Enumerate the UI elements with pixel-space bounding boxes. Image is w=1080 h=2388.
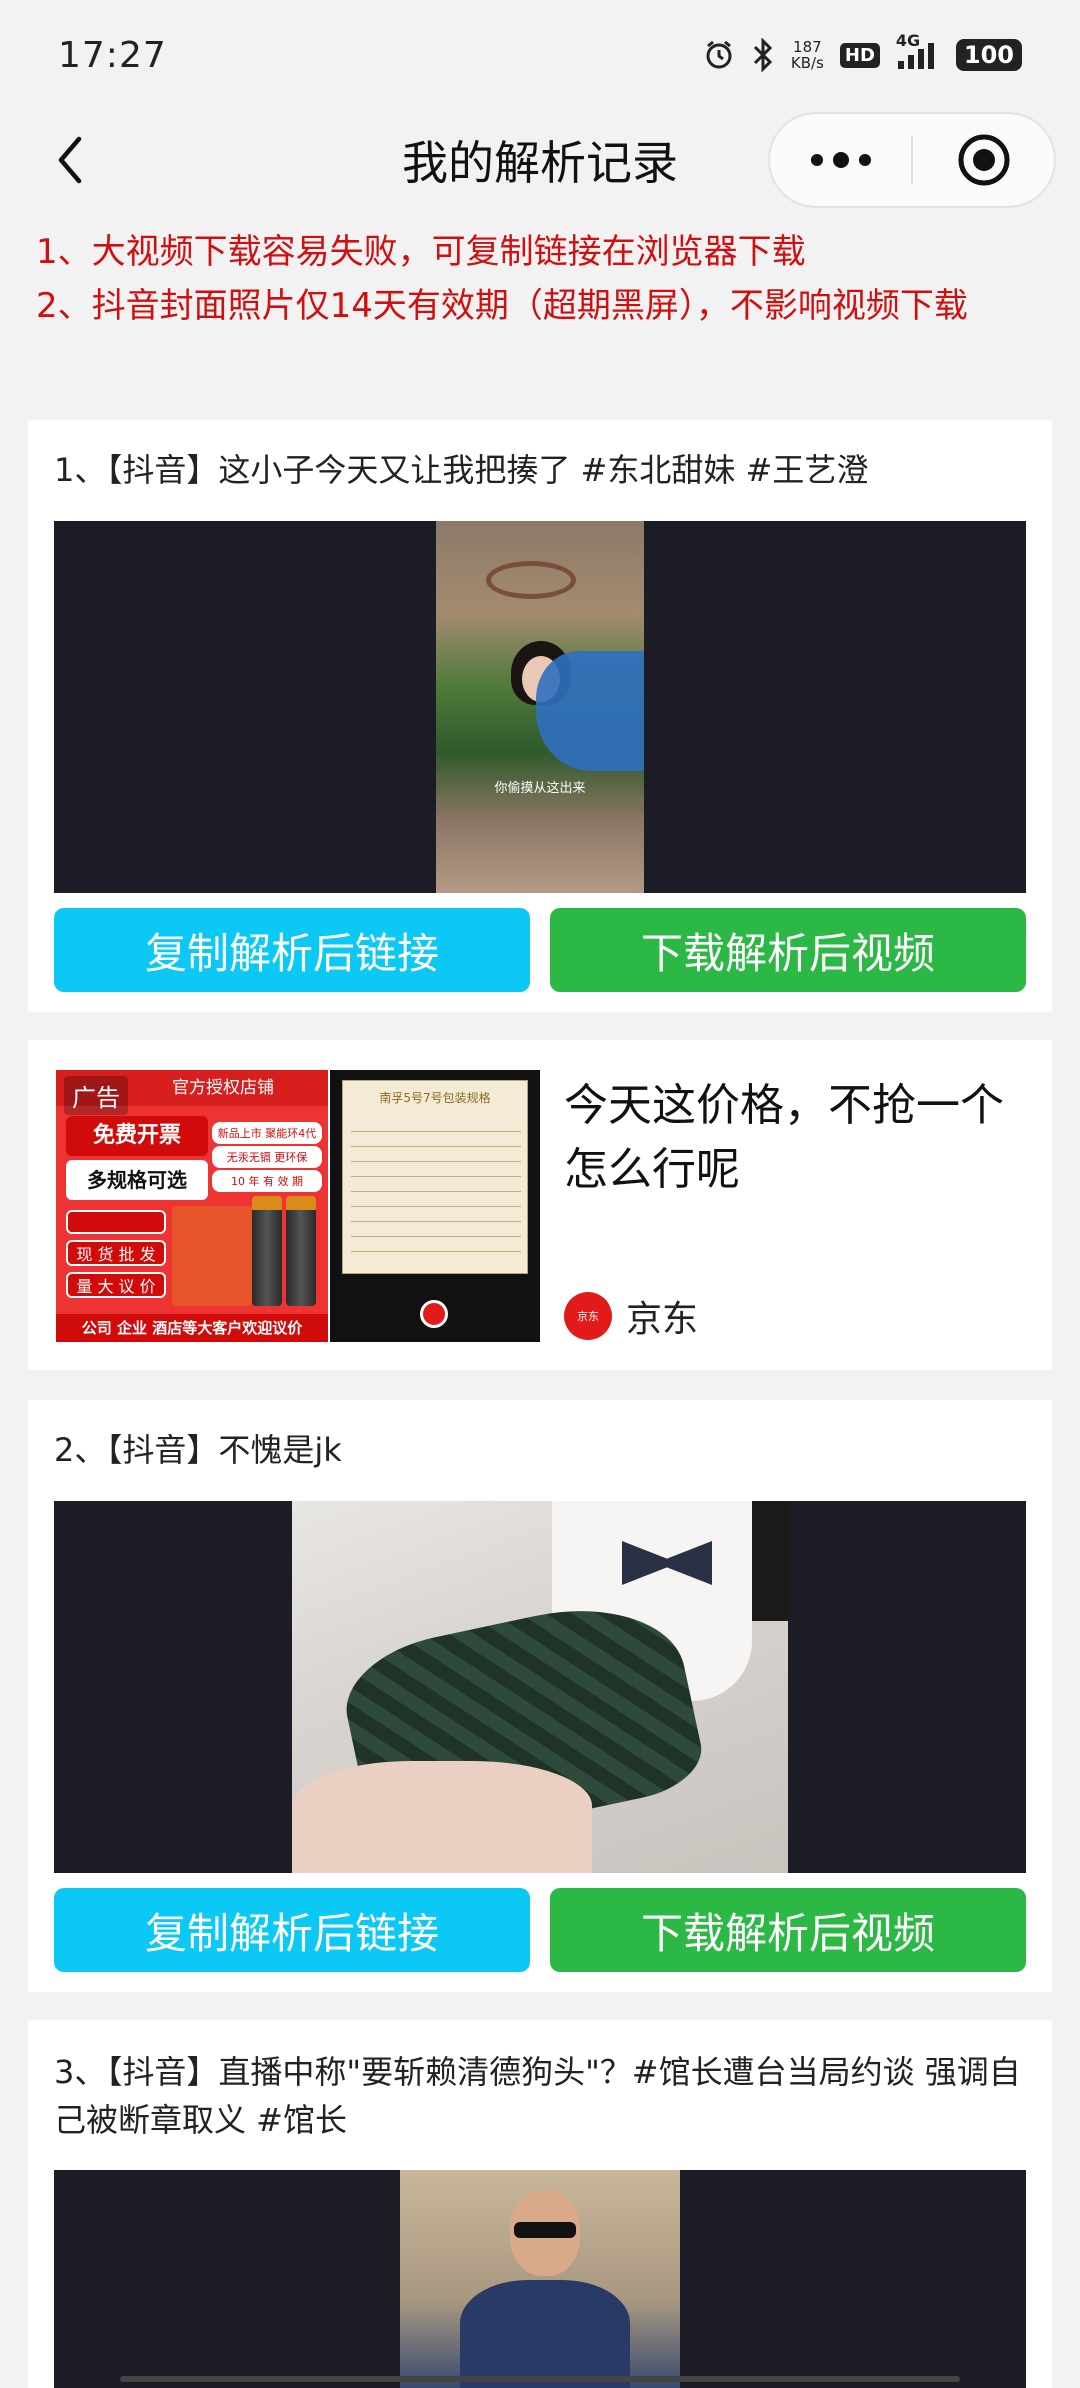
battery-indicator: 100 bbox=[955, 39, 1022, 71]
jd-logo-text: 京东 bbox=[577, 1310, 599, 1323]
record-card-2: 2、【抖音】不愧是jk 复制解析后链接 下载解析后视频 bbox=[28, 1400, 1052, 1992]
blue-fabric bbox=[536, 651, 644, 771]
download-video-button[interactable]: 下载解析后视频 bbox=[550, 1888, 1026, 1972]
video-progress-bar bbox=[120, 2376, 960, 2382]
alarm-icon bbox=[703, 39, 735, 71]
video-thumbnail[interactable]: 你偷摸从这出来 bbox=[54, 521, 1026, 893]
jd-logo-icon: 京东 bbox=[564, 1292, 612, 1340]
notice-line-1: 1、大视频下载容易失败，可复制链接在浏览器下载 bbox=[36, 232, 806, 272]
hd-badge: HD bbox=[839, 42, 880, 68]
download-video-button[interactable]: 下载解析后视频 bbox=[550, 908, 1026, 992]
spec-sheet-grid bbox=[351, 1117, 521, 1265]
back-button[interactable] bbox=[40, 130, 100, 190]
record-title: 2、【抖音】不愧是jk bbox=[54, 1431, 342, 1469]
ad-red-pill bbox=[66, 1210, 166, 1234]
miniprogram-capsule bbox=[768, 112, 1056, 208]
video-cover-image bbox=[400, 2170, 680, 2388]
bluetooth-icon bbox=[751, 38, 775, 72]
chevron-left-icon bbox=[58, 136, 82, 184]
spec-sheet: 南孚5号7号包装规格 bbox=[342, 1080, 528, 1274]
ad-image-spec-sheet: 南孚5号7号包装规格 bbox=[330, 1070, 540, 1342]
video-caption: 你偷摸从这出来 bbox=[494, 781, 586, 796]
close-miniprogram-button[interactable] bbox=[913, 114, 1054, 206]
record-card-3: 3、【抖音】直播中称"要斩赖清德狗头"？#馆长遭台当局约谈 强调自己被断章取义 … bbox=[28, 2020, 1052, 2388]
ad-brand: 京东 京东 bbox=[564, 1290, 698, 1342]
net-speed-unit: KB/s bbox=[790, 54, 824, 72]
status-time: 17:27 bbox=[58, 34, 167, 76]
record-card-1: 1、【抖音】这小子今天又让我把揍了 #东北甜妹 #王艺澄 你偷摸从这出来 复制解… bbox=[28, 420, 1052, 1012]
ad-shelf-life: 10 年 有 效 期 bbox=[212, 1170, 322, 1192]
page-title: 我的解析记录 bbox=[402, 136, 678, 190]
ad-label: 广告 bbox=[64, 1076, 128, 1115]
net-speed: 187 KB/s bbox=[791, 39, 824, 71]
network-type: 4G bbox=[895, 31, 921, 50]
leg-shape bbox=[292, 1761, 592, 1873]
ad-battery-2 bbox=[286, 1196, 316, 1306]
copy-link-button[interactable]: 复制解析后链接 bbox=[54, 908, 530, 992]
ad-new-tag-2: 无汞无镉 更环保 bbox=[212, 1146, 322, 1168]
camera-bar bbox=[330, 1288, 540, 1342]
notice-line-2: 2、抖音封面照片仅14天有效期（超期黑屏），不影响视频下载 bbox=[36, 286, 968, 326]
more-button[interactable] bbox=[770, 114, 911, 206]
ad-new-tag-1: 新品上市 聚能环4代 bbox=[212, 1122, 322, 1144]
status-icons: 187 KB/s HD 4G 100 bbox=[703, 31, 1022, 72]
ad-battery-1 bbox=[252, 1196, 282, 1306]
more-dots-icon bbox=[810, 152, 871, 168]
spec-sheet-title: 南孚5号7号包装规格 bbox=[379, 1091, 491, 1105]
video-thumbnail[interactable] bbox=[54, 2170, 1026, 2388]
ad-footer: 公司 企业 酒店等大客户欢迎议价 bbox=[56, 1314, 328, 1342]
sunglasses bbox=[514, 2222, 576, 2238]
ad-wholesale: 现 货 批 发 bbox=[66, 1240, 166, 1266]
ad-free-invoice: 免费开票 bbox=[66, 1116, 208, 1156]
ad-multi-spec: 多规格可选 bbox=[66, 1160, 208, 1200]
camera-shutter-icon bbox=[420, 1300, 448, 1328]
status-bar: 17:27 187 KB/s HD 4G 100 bbox=[0, 0, 1080, 110]
nav-bar: 我的解析记录 bbox=[0, 110, 1080, 210]
path-ring bbox=[486, 561, 576, 599]
record-title: 3、【抖音】直播中称"要斩赖清德狗头"？#馆长遭台当局约谈 强调自己被断章取义 … bbox=[54, 2053, 1021, 2139]
ad-headline: 今天这价格，不抢一个怎么行呢 bbox=[564, 1080, 1004, 1195]
target-circle-icon bbox=[958, 134, 1009, 186]
ad-bulk-price: 量 大 议 价 bbox=[66, 1272, 166, 1298]
video-cover-image: 你偷摸从这出来 bbox=[436, 521, 644, 893]
person-body bbox=[460, 2280, 630, 2388]
notice: 1、大视频下载容易失败，可复制链接在浏览器下载 2、抖音封面照片仅14天有效期（… bbox=[36, 225, 1056, 333]
ad-card[interactable]: 官方授权店铺 免费开票 多规格可选 新品上市 聚能环4代 无汞无镉 更环保 10… bbox=[28, 1040, 1052, 1370]
video-cover-image bbox=[292, 1501, 788, 1873]
signal-icon: 4G bbox=[896, 31, 940, 71]
video-thumbnail[interactable] bbox=[54, 1501, 1026, 1873]
copy-link-button[interactable]: 复制解析后链接 bbox=[54, 1888, 530, 1972]
ad-battery-box bbox=[172, 1206, 252, 1306]
ad-brand-name: 京东 bbox=[626, 1299, 699, 1340]
record-title: 1、【抖音】这小子今天又让我把揍了 #东北甜妹 #王艺澄 bbox=[54, 451, 869, 489]
